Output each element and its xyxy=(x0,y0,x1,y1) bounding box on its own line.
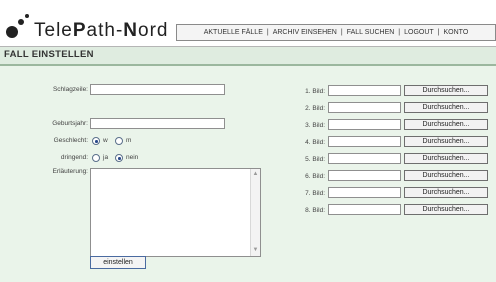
bild-7-label: 7. Bild: xyxy=(305,190,325,197)
nav-separator: | xyxy=(340,29,343,36)
page-title: FALL EINSTELLEN xyxy=(4,49,94,60)
geburtsjahr-input[interactable] xyxy=(90,118,225,129)
scroll-up-arrow-icon[interactable]: ▲ xyxy=(252,171,259,178)
bild-8-label: 8. Bild: xyxy=(305,207,325,214)
erlaeuterung-label: Erläuterung: xyxy=(52,168,88,175)
geburtsjahr-label: Geburtsjahr: xyxy=(52,120,88,127)
bild-1-label: 1. Bild: xyxy=(305,88,325,95)
nav-archiv-einsehen[interactable]: ARCHIV EINSEHEN xyxy=(273,29,337,36)
bild-4-file-input[interactable] xyxy=(328,136,401,147)
schlagzeile-label: Schlagzeile: xyxy=(52,86,88,93)
bild-5-file-input[interactable] xyxy=(328,153,401,164)
bild-6-browse-button[interactable]: Durchsuchen... xyxy=(404,170,488,181)
nav-separator: | xyxy=(398,29,401,36)
einstellen-button[interactable]: einstellen xyxy=(90,256,146,269)
bild-1-file-input[interactable] xyxy=(328,85,401,96)
bild-4-label: 4. Bild: xyxy=(305,139,325,146)
logo[interactable]: TelePath-Nord xyxy=(4,8,167,42)
geschlecht-label: Geschlecht: xyxy=(53,137,88,144)
main-form-area: Schlagzeile: Geburtsjahr: Geschlecht: w … xyxy=(0,66,496,282)
bild-7-browse-button[interactable]: Durchsuchen... xyxy=(404,187,488,198)
geschlecht-w-label: w xyxy=(103,137,108,144)
nav-fall-suchen[interactable]: FALL SUCHEN xyxy=(347,29,395,36)
geschlecht-m-radio[interactable] xyxy=(115,137,123,145)
nav-separator: | xyxy=(266,29,269,36)
bild-2-label: 2. Bild: xyxy=(305,105,325,112)
bild-8-browse-button[interactable]: Durchsuchen... xyxy=(404,204,488,215)
logo-text: TelePath-Nord xyxy=(34,20,169,41)
header: TelePath-Nord AKTUELLE FÄLLE | ARCHIV EINS… xyxy=(0,0,496,46)
logo-dot-icon xyxy=(25,14,29,18)
dringend-label: dringend: xyxy=(60,154,88,161)
dringend-ja-label: ja xyxy=(103,154,109,161)
bild-5-label: 5. Bild: xyxy=(305,156,325,163)
bild-1-browse-button[interactable]: Durchsuchen... xyxy=(404,85,488,96)
bild-3-browse-button[interactable]: Durchsuchen... xyxy=(404,119,488,130)
logo-dot-icon xyxy=(18,19,24,25)
dringend-nein-radio[interactable] xyxy=(115,154,123,162)
bild-3-file-input[interactable] xyxy=(328,119,401,130)
page-title-bar: FALL EINSTELLEN xyxy=(0,46,496,66)
bild-4-browse-button[interactable]: Durchsuchen... xyxy=(404,136,488,147)
nav-separator: | xyxy=(437,29,440,36)
bild-2-file-input[interactable] xyxy=(328,102,401,113)
bild-7-file-input[interactable] xyxy=(328,187,401,198)
geschlecht-w-radio[interactable] xyxy=(92,137,100,145)
geschlecht-m-label: m xyxy=(126,137,132,144)
bild-6-file-input[interactable] xyxy=(328,170,401,181)
dringend-nein-label: nein xyxy=(126,154,139,161)
erlaeuterung-textarea[interactable]: ▲ ▼ xyxy=(90,168,261,257)
bild-3-label: 3. Bild: xyxy=(305,122,325,129)
nav-aktuelle-faelle[interactable]: AKTUELLE FÄLLE xyxy=(204,29,263,36)
logo-dots-icon xyxy=(6,26,18,38)
schlagzeile-input[interactable] xyxy=(90,84,225,95)
scroll-down-arrow-icon[interactable]: ▼ xyxy=(252,247,259,254)
nav-logout[interactable]: LOGOUT xyxy=(404,29,434,36)
top-navigation: AKTUELLE FÄLLE | ARCHIV EINSEHEN | FALL SUCH… xyxy=(176,24,496,41)
nav-konto[interactable]: KONTO xyxy=(444,29,469,36)
bild-2-browse-button[interactable]: Durchsuchen... xyxy=(404,102,488,113)
dringend-ja-radio[interactable] xyxy=(92,154,100,162)
bild-6-label: 6. Bild: xyxy=(305,173,325,180)
textarea-scrollbar[interactable]: ▲ ▼ xyxy=(250,169,260,256)
bild-8-file-input[interactable] xyxy=(328,204,401,215)
bild-5-browse-button[interactable]: Durchsuchen... xyxy=(404,153,488,164)
